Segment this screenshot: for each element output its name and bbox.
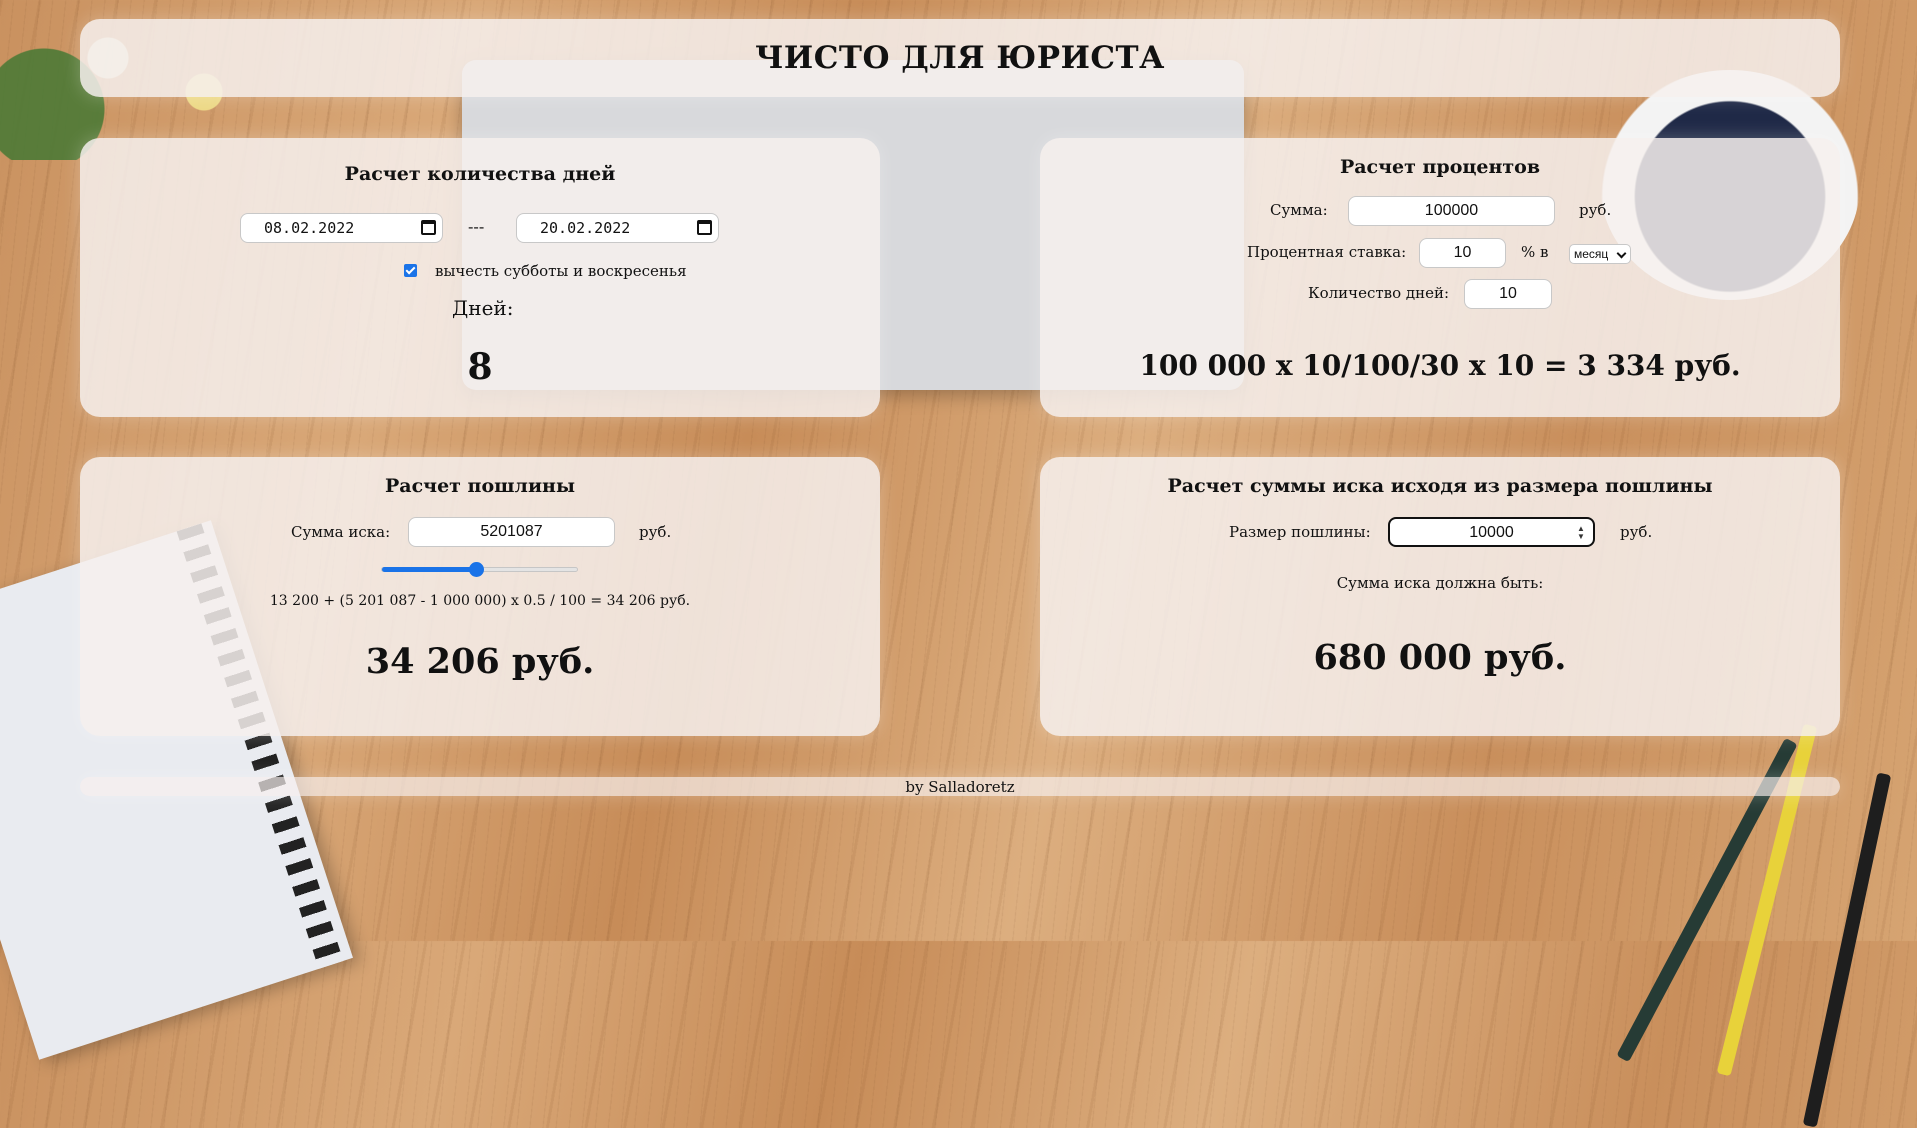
sum-label: Сумма: bbox=[1270, 201, 1328, 219]
rate-unit: % в bbox=[1521, 243, 1549, 261]
days-input[interactable]: 10 bbox=[1464, 279, 1552, 309]
slider-thumb[interactable] bbox=[468, 562, 484, 577]
date-from-input[interactable]: 08.02.2022 bbox=[240, 213, 443, 243]
exclude-weekends-checkbox[interactable] bbox=[404, 264, 417, 277]
claim-calc-panel: Расчет суммы иска исходя из размера пошл… bbox=[1040, 457, 1840, 736]
date-to-value: 20.02.2022 bbox=[540, 219, 631, 237]
date-to-input[interactable]: 20.02.2022 bbox=[516, 213, 719, 243]
footer-credit: by Salladoretz bbox=[905, 778, 1015, 796]
background-pencil bbox=[1802, 772, 1892, 1128]
days-result-value: 8 bbox=[467, 346, 493, 388]
stepper-icon[interactable]: ▲ ▼ bbox=[1577, 525, 1585, 541]
period-select[interactable]: месяц bbox=[1569, 244, 1631, 264]
slider-fill bbox=[382, 567, 476, 572]
days-calc-title: Расчет количества дней bbox=[344, 163, 616, 185]
sum-unit: руб. bbox=[1579, 201, 1612, 219]
days-result-label: Дней: bbox=[452, 296, 514, 320]
chevron-down-icon bbox=[1616, 248, 1627, 259]
fee-formula: 13 200 + (5 201 087 - 1 000 000) x 0.5 /… bbox=[269, 593, 691, 609]
days-label: Количество дней: bbox=[1308, 284, 1450, 302]
percent-result: 100 000 x 10/100/30 x 10 = 3 334 руб. bbox=[1139, 349, 1741, 382]
fee-result: 34 206 руб. bbox=[365, 641, 595, 682]
percent-calc-panel: Расчет процентов Сумма: 100000 руб. Проц… bbox=[1040, 138, 1840, 417]
claim-calc-title: Расчет суммы иска исходя из размера пошл… bbox=[1167, 475, 1713, 497]
rate-input[interactable]: 10 bbox=[1419, 238, 1506, 268]
page-title: ЧИСТО ДЛЯ ЮРИСТА bbox=[755, 40, 1165, 76]
fee-size-label: Размер пошлины: bbox=[1229, 523, 1371, 541]
claim-sum-input[interactable]: 5201087 bbox=[408, 517, 615, 547]
claim-result: 680 000 руб. bbox=[1313, 637, 1567, 678]
days-calc-panel: Расчет количества дней 08.02.2022 --- 20… bbox=[80, 138, 880, 417]
fee-size-unit: руб. bbox=[1620, 523, 1653, 541]
sum-input[interactable]: 100000 bbox=[1348, 196, 1555, 226]
footer: by Salladoretz bbox=[80, 777, 1840, 796]
claim-result-label: Сумма иска должна быть: bbox=[1336, 574, 1544, 592]
calendar-icon[interactable] bbox=[421, 220, 436, 235]
claim-sum-label: Сумма иска: bbox=[291, 523, 391, 541]
date-from-value: 08.02.2022 bbox=[264, 219, 355, 237]
claim-sum-unit: руб. bbox=[639, 523, 672, 541]
date-separator: --- bbox=[468, 217, 485, 236]
header-panel: ЧИСТО ДЛЯ ЮРИСТА bbox=[80, 19, 1840, 97]
fee-size-value: 10000 bbox=[1469, 524, 1514, 541]
exclude-weekends-label: вычесть субботы и воскресенья bbox=[435, 262, 687, 280]
fee-calc-panel: Расчет пошлины Сумма иска: 5201087 руб. … bbox=[80, 457, 880, 736]
fee-calc-title: Расчет пошлины bbox=[385, 475, 575, 497]
period-selected-value: месяц bbox=[1574, 247, 1609, 261]
percent-calc-title: Расчет процентов bbox=[1339, 156, 1541, 178]
calendar-icon[interactable] bbox=[697, 220, 712, 235]
claim-sum-slider[interactable] bbox=[381, 562, 578, 577]
fee-size-input[interactable]: 10000 ▲ ▼ bbox=[1388, 517, 1595, 547]
rate-label: Процентная ставка: bbox=[1247, 243, 1407, 261]
